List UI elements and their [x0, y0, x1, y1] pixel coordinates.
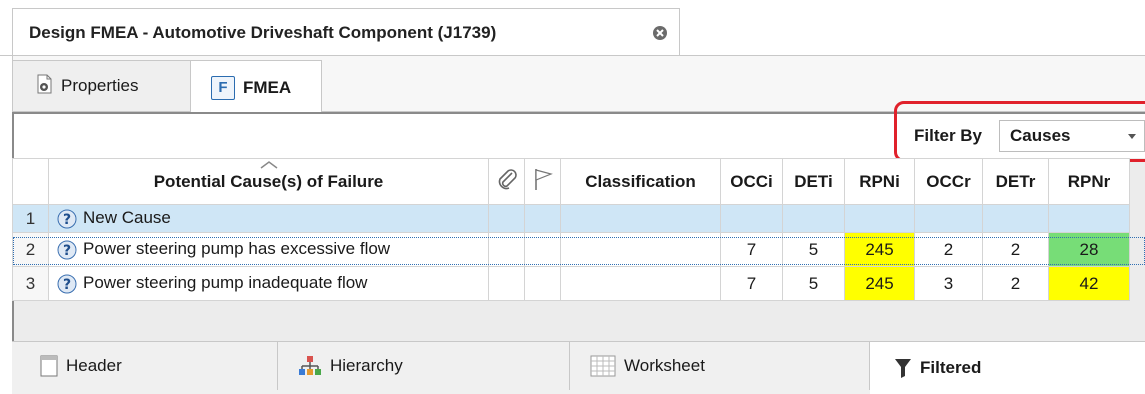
- document-title: Design FMEA - Automotive Driveshaft Comp…: [29, 23, 497, 42]
- document-tab-strip: Design FMEA - Automotive Driveshaft Comp…: [0, 0, 1145, 56]
- column-header-cause[interactable]: Potential Cause(s) of Failure: [48, 158, 489, 205]
- question-icon: ?: [57, 240, 77, 260]
- table-row[interactable]: 3 ? Power steering pump inadequate flow …: [12, 266, 1130, 301]
- hierarchy-icon: [298, 355, 322, 377]
- column-header-occi[interactable]: OCCi: [720, 158, 783, 205]
- cause-text: Power steering pump has excessive flow: [83, 239, 391, 259]
- column-header-rpnr[interactable]: RPNr: [1048, 158, 1130, 205]
- tab-properties-label: Properties: [61, 76, 139, 95]
- question-icon: ?: [57, 274, 77, 294]
- tab-fmea-label: FMEA: [243, 77, 292, 97]
- table-row[interactable]: 2 ? Power steering pump has excessive fl…: [12, 232, 1130, 267]
- occi-cell[interactable]: 7: [720, 232, 783, 267]
- close-icon[interactable]: [652, 25, 668, 41]
- occr-cell[interactable]: 2: [914, 232, 983, 267]
- row-number: 3: [12, 266, 49, 301]
- attachment-cell[interactable]: [488, 232, 525, 267]
- sort-caret-icon: [260, 161, 277, 169]
- attachment-cell[interactable]: [488, 204, 525, 233]
- tab-filtered-label: Filtered: [920, 358, 982, 377]
- occr-cell[interactable]: 3: [914, 266, 983, 301]
- cause-cell[interactable]: ? Power steering pump has excessive flow: [48, 232, 489, 267]
- column-header-occr[interactable]: OCCr: [914, 158, 983, 205]
- column-header-attachment[interactable]: [488, 158, 525, 205]
- tab-hierarchy[interactable]: Hierarchy: [278, 342, 570, 390]
- worksheet-icon: [590, 355, 616, 377]
- occi-cell[interactable]: [720, 204, 783, 233]
- svg-text:?: ?: [63, 243, 71, 259]
- column-header-rpni[interactable]: RPNi: [844, 158, 915, 205]
- attachment-cell[interactable]: [488, 266, 525, 301]
- row-number: 2: [12, 232, 49, 267]
- deti-cell[interactable]: 5: [782, 266, 845, 301]
- cause-cell[interactable]: ? Power steering pump inadequate flow: [48, 266, 489, 301]
- svg-text:?: ?: [63, 277, 71, 293]
- column-header-flag[interactable]: [524, 158, 561, 205]
- flag-cell[interactable]: [524, 266, 561, 301]
- classification-cell[interactable]: [560, 204, 721, 233]
- rpnr-cell: 28: [1048, 232, 1130, 267]
- tab-worksheet[interactable]: Worksheet: [570, 342, 870, 390]
- classification-cell[interactable]: [560, 232, 721, 267]
- rpni-cell: [844, 204, 915, 233]
- occi-cell[interactable]: 7: [720, 266, 783, 301]
- causes-grid: Potential Cause(s) of Failure Classifica…: [12, 158, 1130, 301]
- tab-fmea[interactable]: F FMEA: [190, 60, 322, 114]
- row-number: 1: [12, 204, 49, 233]
- flag-cell[interactable]: [524, 204, 561, 233]
- question-icon: ?: [57, 209, 77, 229]
- tab-properties[interactable]: Properties: [13, 60, 191, 112]
- fmea-icon: F: [211, 75, 235, 100]
- rpni-cell: 245: [844, 266, 915, 301]
- flag-icon: [534, 169, 553, 190]
- tab-filtered[interactable]: Filtered: [870, 342, 1145, 394]
- detr-cell[interactable]: 2: [982, 232, 1049, 267]
- column-header-classification[interactable]: Classification: [560, 158, 721, 205]
- rpnr-cell: 42: [1048, 266, 1130, 301]
- detr-cell[interactable]: [982, 204, 1049, 233]
- cause-cell[interactable]: ? New Cause: [48, 204, 489, 233]
- detr-cell[interactable]: 2: [982, 266, 1049, 301]
- cause-text: New Cause: [83, 208, 171, 228]
- column-header-cause-label: Potential Cause(s) of Failure: [153, 171, 384, 191]
- paperclip-icon: [498, 169, 517, 190]
- deti-cell[interactable]: 5: [782, 232, 845, 267]
- filter-highlight-box: [894, 101, 1145, 162]
- tab-hierarchy-label: Hierarchy: [330, 356, 403, 375]
- properties-icon: [35, 74, 55, 99]
- tab-header-label: Header: [66, 356, 122, 375]
- tab-worksheet-label: Worksheet: [624, 356, 705, 375]
- rpnr-cell: [1048, 204, 1130, 233]
- rpni-cell: 245: [844, 232, 915, 267]
- row-number-header: [12, 158, 49, 205]
- funnel-icon: [894, 357, 912, 379]
- flag-cell[interactable]: [524, 232, 561, 267]
- cause-text: Power steering pump inadequate flow: [83, 273, 368, 293]
- bottom-view-tabs: Header Hierarchy Worksheet Filtered: [12, 341, 1145, 394]
- document-tab[interactable]: Design FMEA - Automotive Driveshaft Comp…: [12, 8, 680, 56]
- classification-cell[interactable]: [560, 266, 721, 301]
- header-icon: [40, 355, 58, 377]
- occr-cell[interactable]: [914, 204, 983, 233]
- table-row[interactable]: 1 ? New Cause: [12, 204, 1130, 233]
- svg-text:?: ?: [63, 212, 71, 228]
- column-header-detr[interactable]: DETr: [982, 158, 1049, 205]
- deti-cell[interactable]: [782, 204, 845, 233]
- column-header-deti[interactable]: DETi: [782, 158, 845, 205]
- tab-header[interactable]: Header: [12, 342, 278, 390]
